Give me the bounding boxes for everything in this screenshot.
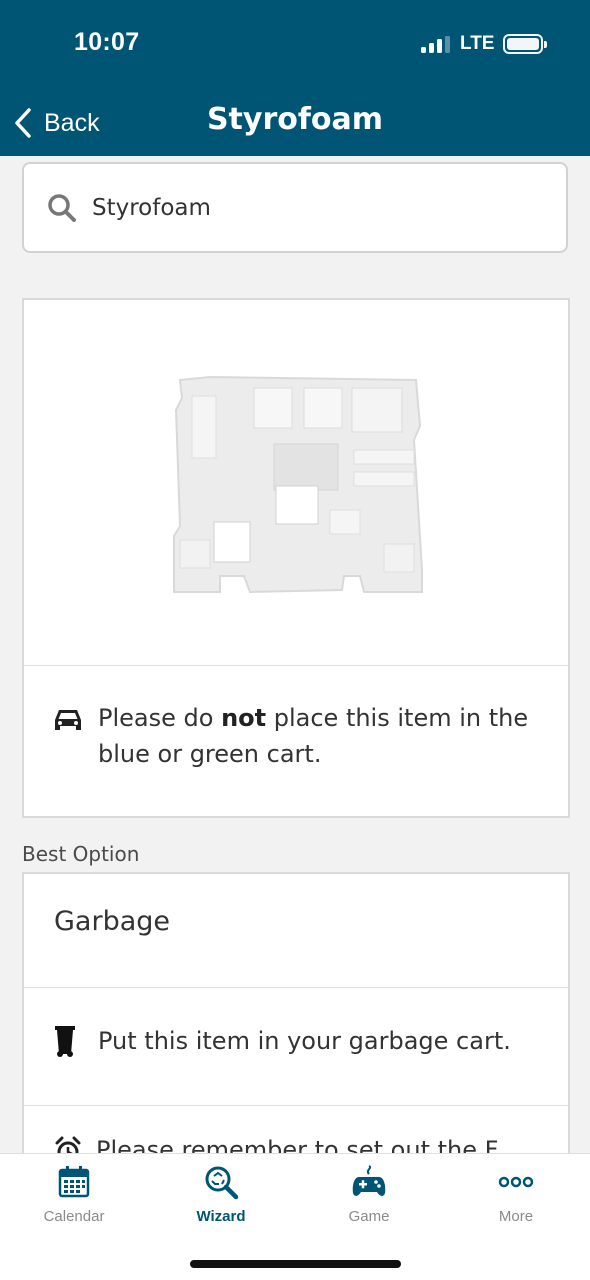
best-option-label: Best Option	[22, 842, 140, 866]
tab-label: More	[498, 1208, 534, 1225]
notice-text: Please do not place this item in the blu…	[98, 704, 529, 768]
search-icon	[48, 193, 76, 222]
tab-label: Wizard	[196, 1208, 246, 1225]
option-title: Garbage	[54, 906, 171, 937]
tab-label: Game	[348, 1208, 390, 1225]
top-header: 10:07 LTE Back Styrofoam	[0, 0, 590, 156]
network-type: LTE	[460, 33, 495, 54]
home-indicator	[190, 1260, 401, 1268]
garbage-bin-icon	[55, 1026, 75, 1057]
styrofoam-image	[24, 300, 568, 665]
card-divider	[24, 1105, 568, 1106]
tab-wizard[interactable]: Wizard	[147, 1164, 295, 1225]
wizard-search-icon	[205, 1166, 239, 1200]
tab-game[interactable]: Game	[295, 1164, 443, 1225]
game-controller-icon	[352, 1165, 386, 1196]
tab-calendar[interactable]: Calendar	[0, 1164, 148, 1225]
tab-more[interactable]: More	[442, 1164, 590, 1225]
more-dots-icon	[498, 1176, 534, 1188]
status-time: 10:07	[74, 28, 140, 56]
cart-notice: Please do not place this item in the blu…	[52, 700, 532, 772]
best-option-card: Garbage Put this item in your garbage ca…	[22, 872, 570, 1172]
card-divider	[24, 987, 568, 988]
page-title: Styrofoam	[206, 102, 384, 137]
instruction-row: Put this item in your garbage cart.	[54, 1024, 511, 1058]
card-divider	[24, 665, 568, 666]
tab-label: Calendar	[43, 1208, 105, 1225]
instruction-text: Put this item in your garbage cart.	[98, 1027, 511, 1055]
item-card: Please do not place this item in the blu…	[22, 298, 570, 818]
signal-strength-icon	[421, 36, 451, 53]
calendar-icon	[58, 1166, 90, 1198]
car-icon	[55, 710, 81, 730]
search-value: Styrofoam	[92, 194, 211, 221]
battery-icon	[503, 34, 547, 54]
search-input[interactable]: Styrofoam	[22, 162, 568, 253]
